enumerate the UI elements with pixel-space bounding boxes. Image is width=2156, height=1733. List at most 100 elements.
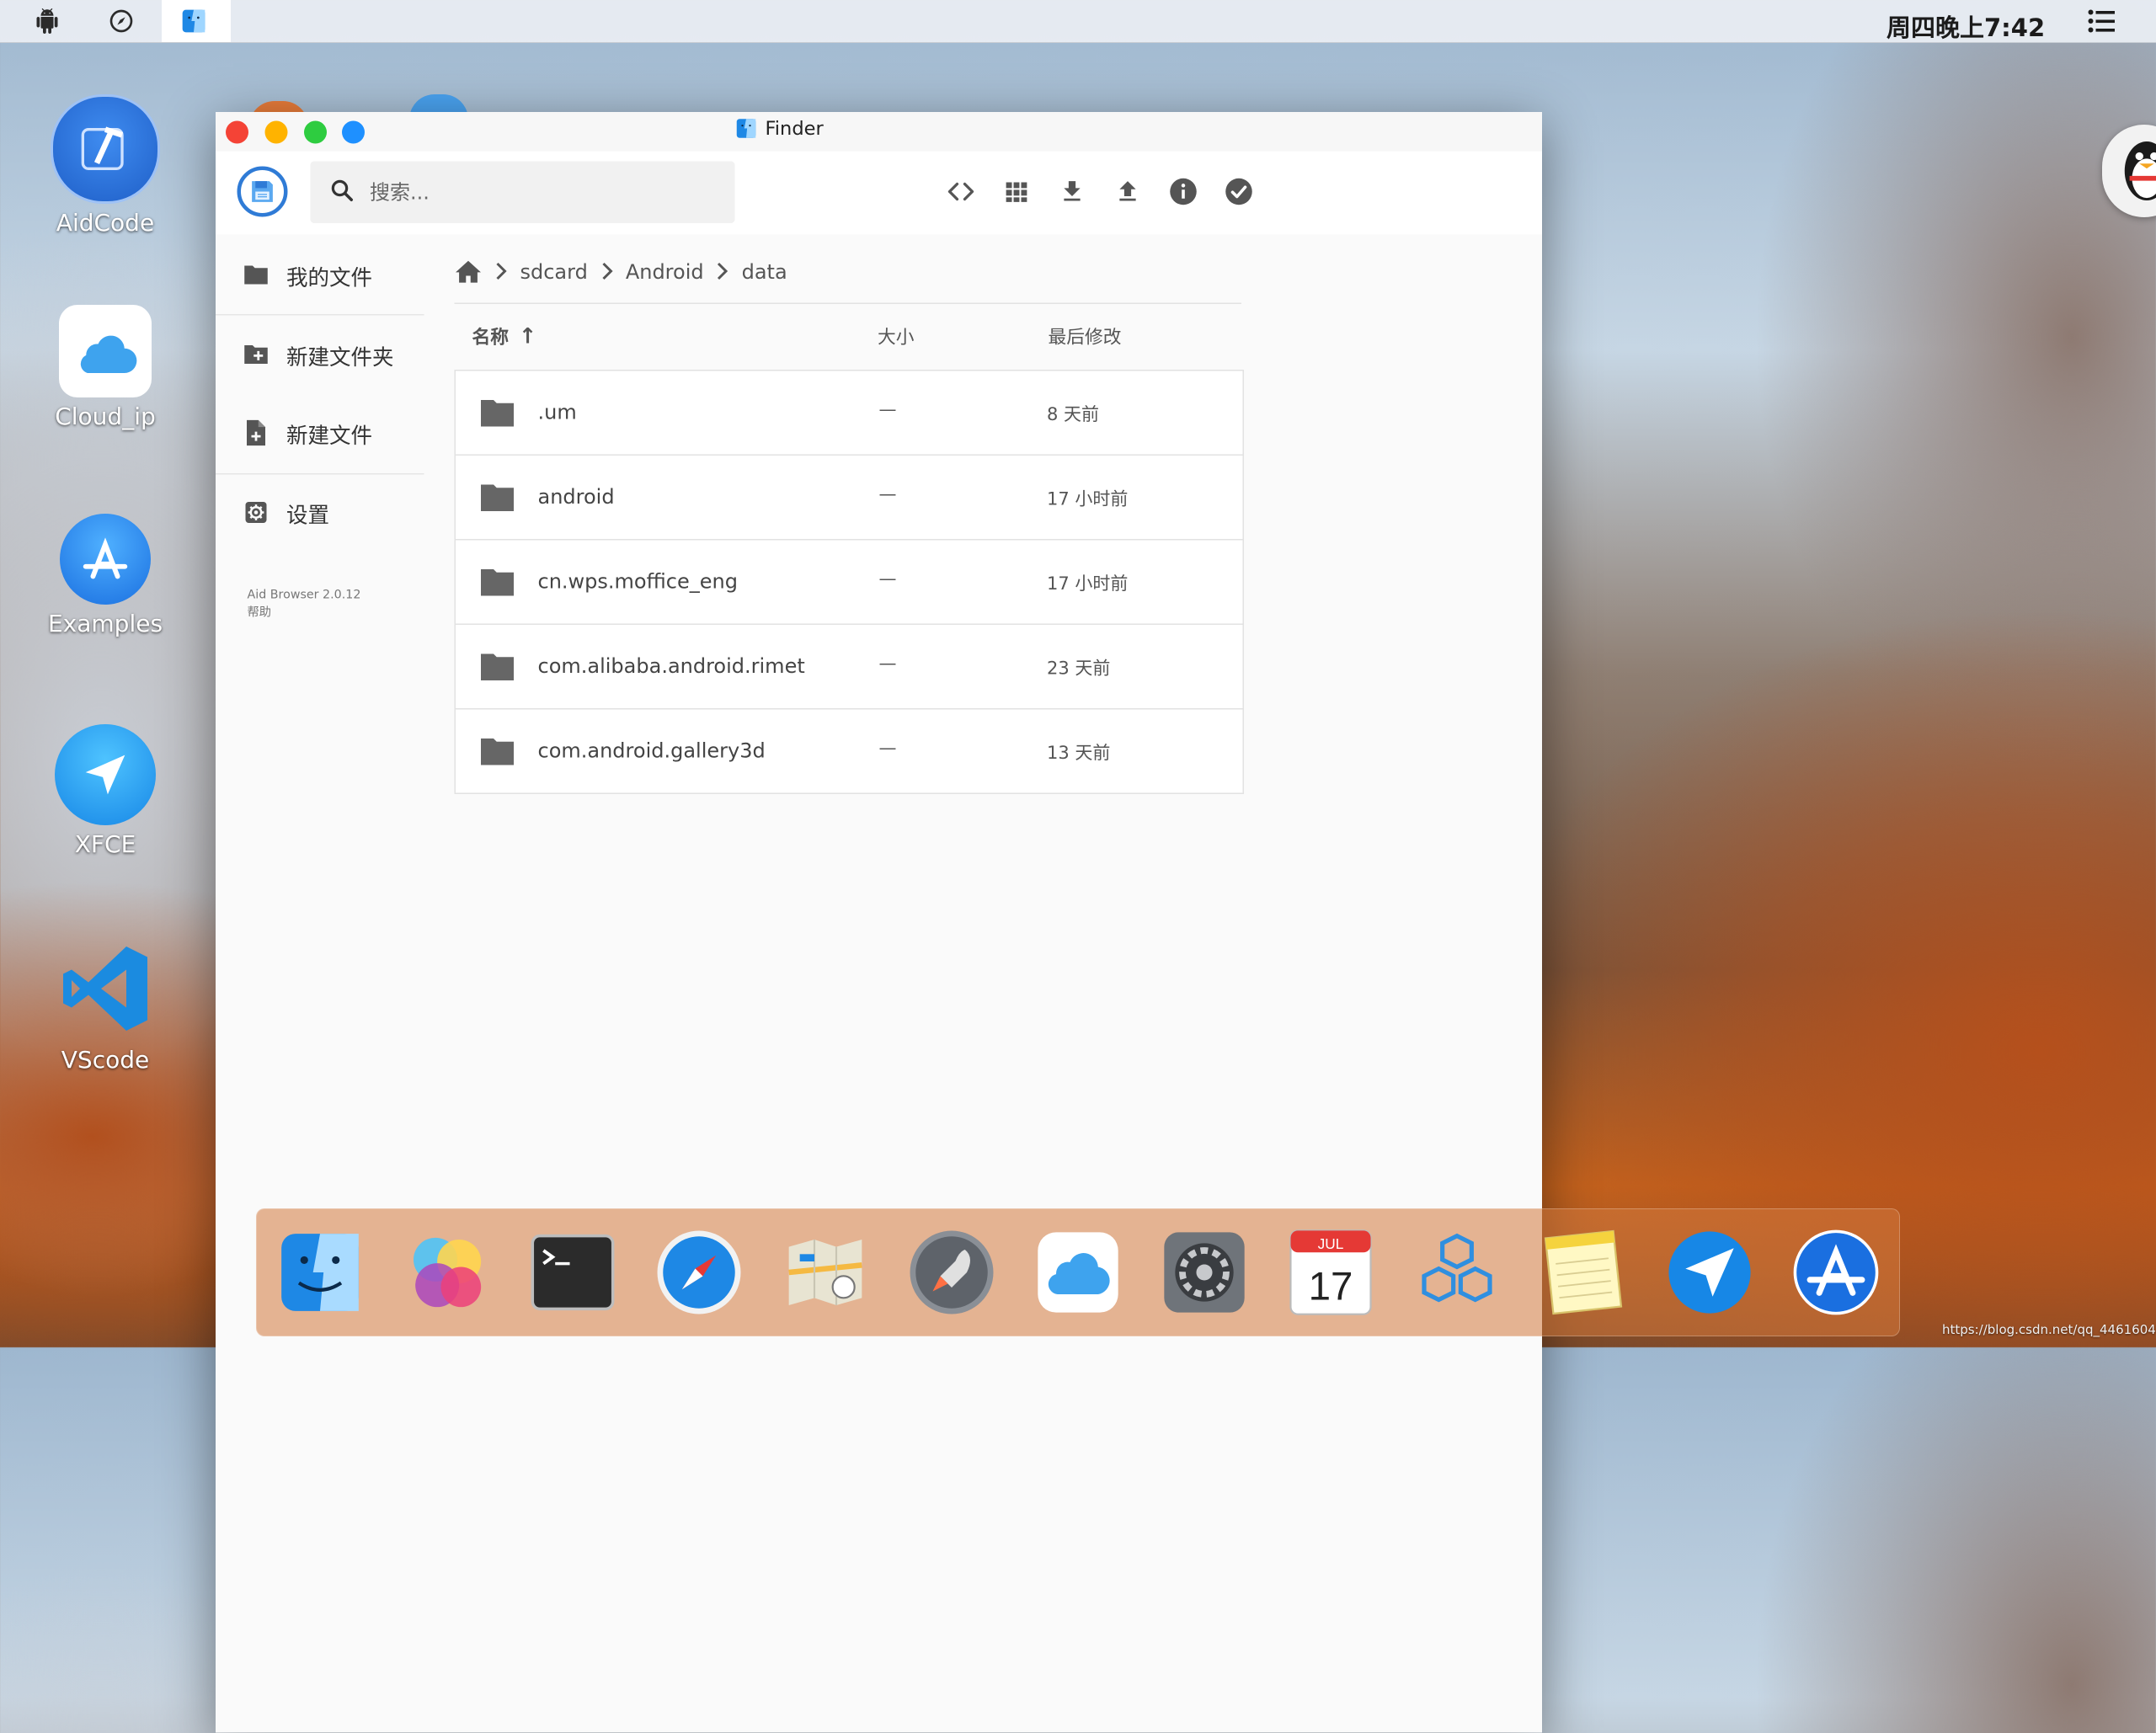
table-row[interactable]: com.alibaba.android.rimet — 23 天前	[456, 625, 1243, 710]
dock-item-system-preferences[interactable]	[1158, 1226, 1251, 1319]
column-header-modified[interactable]: 最后修改	[1049, 323, 1122, 350]
minimize-button[interactable]	[265, 121, 288, 144]
android-icon[interactable]	[32, 6, 62, 36]
file-size: —	[879, 739, 897, 759]
dock-item-finder[interactable]	[274, 1226, 366, 1319]
window-title-text: Finder	[766, 117, 824, 140]
menu-bar: 周四晚上7:42	[0, 0, 2156, 43]
list-menu-icon[interactable]	[2087, 8, 2117, 37]
upload-icon[interactable]	[1110, 174, 1145, 210]
file-modified: 8 天前	[1047, 402, 1099, 427]
close-button[interactable]	[226, 121, 248, 144]
table-header: 名称 ↑ 大小 最后修改	[455, 304, 1242, 370]
dock-item-icloud[interactable]	[1032, 1226, 1124, 1319]
file-name: cn.wps.moffice_eng	[538, 569, 738, 594]
notes-icon	[1541, 1227, 1625, 1318]
chevron-right-icon	[600, 263, 613, 280]
table-row[interactable]: .um — 8 天前	[456, 371, 1243, 456]
folder-icon	[480, 397, 515, 433]
compass-icon[interactable]	[106, 6, 136, 36]
search-input[interactable]	[367, 179, 713, 206]
file-size: —	[879, 654, 897, 675]
sidebar-item-my-files[interactable]: 我的文件	[216, 236, 424, 314]
vscode-icon	[53, 936, 157, 1041]
dock-item-safari[interactable]	[653, 1226, 745, 1319]
search-box[interactable]	[311, 162, 735, 224]
desktop-icon-label: Cloud_ip	[38, 403, 173, 430]
game-center-icon	[403, 1229, 490, 1316]
file-size: —	[879, 485, 897, 505]
sidebar-item-new-file[interactable]: 新建文件	[216, 394, 424, 472]
finder-icon	[278, 1230, 362, 1314]
dock-item-xfce[interactable]	[1663, 1226, 1756, 1319]
terminal-icon	[529, 1232, 616, 1313]
file-modified: 23 天前	[1047, 655, 1110, 680]
desktop-icon-vscode[interactable]: VScode	[38, 936, 173, 1074]
sidebar-item-label: 我的文件	[286, 259, 372, 291]
desktop-icon-label: Examples	[38, 610, 173, 637]
help-link[interactable]: 帮助	[248, 605, 361, 622]
dock-item-launchpad[interactable]	[905, 1226, 998, 1319]
finder-icon[interactable]	[179, 6, 209, 36]
app-store-icon	[60, 514, 151, 605]
toolbar	[216, 152, 1542, 235]
maps-icon	[782, 1229, 869, 1316]
calendar-icon: JUL17	[1287, 1227, 1374, 1318]
file-size: —	[879, 569, 897, 589]
app-store-icon	[1791, 1228, 1881, 1317]
search-icon	[329, 177, 355, 207]
dock-item-cubes[interactable]	[1411, 1226, 1503, 1319]
dock-item-maps[interactable]	[779, 1226, 872, 1319]
dock-item-game-center[interactable]	[400, 1226, 493, 1319]
title-bar: Finder	[216, 112, 1542, 152]
table-row[interactable]: com.android.gallery3d — 13 天前	[456, 710, 1243, 795]
file-modified: 13 天前	[1047, 740, 1110, 765]
extra-window-button[interactable]	[342, 121, 365, 144]
download-icon[interactable]	[1054, 174, 1090, 210]
desktop-icon-xfce[interactable]: XFCE	[38, 724, 173, 858]
finder-icon	[735, 117, 758, 140]
sidebar-item-label: 新建文件夹	[286, 339, 394, 371]
safari-icon	[654, 1227, 744, 1318]
dock-item-calendar[interactable]: JUL17	[1284, 1226, 1377, 1319]
dock-item-app-store[interactable]	[1790, 1226, 1882, 1319]
zoom-button[interactable]	[304, 121, 327, 144]
info-icon[interactable]	[1166, 174, 1201, 210]
breadcrumb-item[interactable]: data	[742, 259, 787, 284]
version-info: Aid Browser 2.0.12 帮助	[248, 587, 361, 622]
file-name: android	[538, 485, 615, 509]
desktop-icon-aidcode[interactable]: AidCode	[38, 94, 173, 237]
grid-view-icon[interactable]	[999, 174, 1034, 210]
file-name: com.android.gallery3d	[538, 739, 766, 763]
clock: 周四晚上7:42	[1886, 8, 2045, 44]
breadcrumb: sdcard Android data	[455, 248, 787, 294]
desktop-icon-cloud-ip[interactable]: Cloud_ip	[38, 305, 173, 430]
home-icon[interactable]	[455, 259, 483, 284]
desktop-icon-examples[interactable]: Examples	[38, 514, 173, 637]
file-modified: 17 小时前	[1047, 486, 1128, 511]
column-header-size[interactable]: 大小	[878, 323, 915, 350]
sidebar-item-settings[interactable]: 设置	[216, 473, 424, 552]
table-row[interactable]: cn.wps.moffice_eng — 17 小时前	[456, 541, 1243, 626]
breadcrumb-item[interactable]: sdcard	[520, 259, 588, 284]
dock-item-notes[interactable]	[1537, 1226, 1630, 1319]
sidebar: 我的文件 新建文件夹 新建文件 设置 Aid Browser 2.0.12 帮助	[216, 235, 424, 1733]
app-logo[interactable]	[237, 167, 288, 217]
qq-penguin-icon[interactable]	[2102, 125, 2156, 217]
dock-item-terminal[interactable]	[526, 1226, 619, 1319]
cloud-icon	[59, 305, 152, 397]
check-circle-icon[interactable]	[1221, 174, 1257, 210]
floppy-disk-icon	[248, 178, 276, 205]
table-row[interactable]: android — 17 小时前	[456, 456, 1243, 541]
settings-icon	[241, 500, 271, 525]
code-icon[interactable]	[943, 174, 979, 210]
file-list-area: sdcard Android data 名称 ↑ 大小 最后修改 .um — 8…	[424, 235, 1543, 1733]
file-modified: 17 小时前	[1047, 571, 1128, 596]
column-header-name[interactable]: 名称 ↑	[472, 323, 537, 350]
folder-plus-icon	[241, 342, 271, 367]
folder-icon	[241, 263, 271, 288]
breadcrumb-item[interactable]: Android	[626, 259, 704, 284]
sidebar-item-new-folder[interactable]: 新建文件夹	[216, 316, 424, 394]
finder-window: Finder	[216, 112, 1542, 1733]
column-header-label: 名称	[472, 323, 510, 350]
